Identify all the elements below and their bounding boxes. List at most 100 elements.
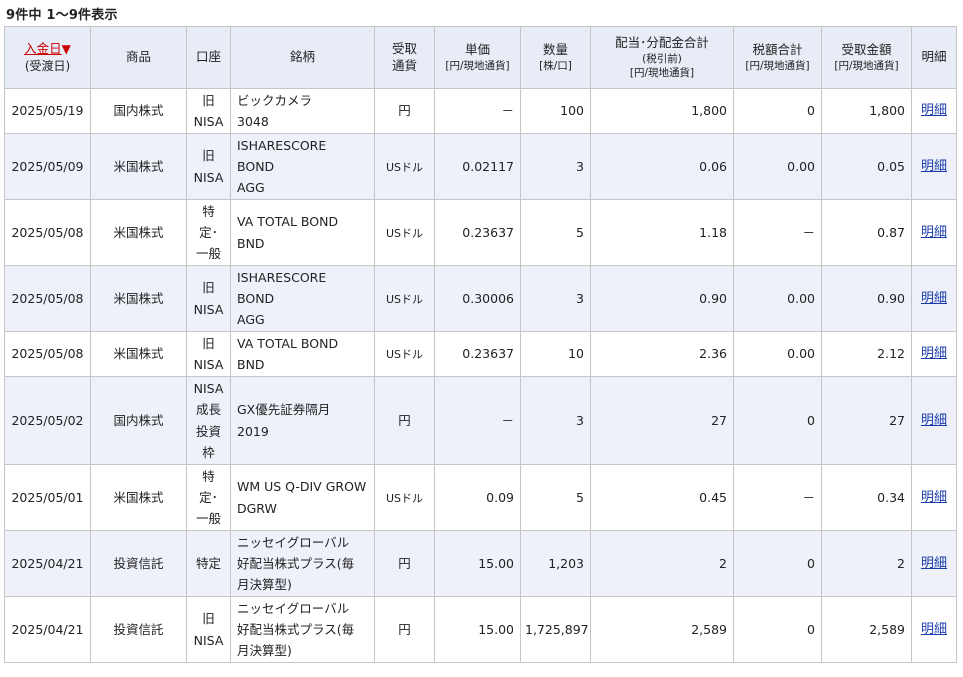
currency-label: 円 [398, 103, 411, 119]
cell-account: 旧 NISA [186, 133, 231, 200]
account-line: NISA [193, 169, 224, 185]
security-line: 好配当株式プラス(毎 [237, 555, 355, 571]
header-account: 口座 [186, 26, 231, 89]
security-line: ニッセイグローバル [237, 534, 350, 550]
cell-account: NISA 成長 投資枠 [186, 376, 231, 465]
cell-dividend: 0.06 [590, 133, 734, 200]
cell-unit-price: 0.02117 [434, 133, 521, 200]
cell-security: ISHARESCORE BOND AGG [230, 133, 375, 200]
account-line: 投資 [195, 423, 221, 439]
cell-date: 2025/05/09 [4, 133, 91, 200]
security-line: AGG [237, 312, 265, 328]
account-line: NISA [193, 381, 224, 396]
detail-link[interactable]: 明細 [921, 346, 947, 361]
security-line: GX優先証券隔月 [237, 402, 331, 418]
account-line: 特定 [195, 555, 221, 571]
cell-received: 0.34 [821, 464, 912, 531]
cell-account: 特定 [186, 530, 231, 597]
security-line: BOND [237, 158, 275, 174]
detail-link[interactable]: 明細 [921, 622, 947, 637]
account-line: 旧 [202, 611, 215, 627]
cell-quantity: 1,203 [520, 530, 591, 597]
account-line: 旧 [202, 92, 215, 108]
cell-product: 米国株式 [90, 265, 187, 332]
table-row: 2025/05/08 米国株式旧 NISA ISHARESCORE BOND AGG USド… [4, 265, 957, 332]
cell-detail: 明細 [911, 530, 957, 597]
cell-tax: 0.00 [733, 265, 822, 332]
account-line: 旧 [202, 148, 215, 164]
table-row: 2025/05/19 国内株式旧 NISA ビックカメラ 3048 円－ 100 1,800 0… [4, 88, 957, 134]
cell-dividend: 2,589 [590, 596, 734, 663]
cell-dividend: 2 [590, 530, 734, 597]
account-line: NISA [193, 301, 224, 317]
account-line: NISA [193, 357, 224, 372]
cell-dividend: 1.18 [590, 199, 734, 266]
cell-date: 2025/05/19 [4, 88, 91, 134]
currency-label: 円 [398, 621, 411, 637]
cell-dividend: 1,800 [590, 88, 734, 134]
security-line: DGRW [237, 500, 277, 516]
cell-tax: － [733, 464, 822, 531]
cell-quantity: 100 [520, 88, 591, 134]
cell-product: 国内株式 [90, 88, 187, 134]
cell-date: 2025/04/21 [4, 530, 91, 597]
detail-link[interactable]: 明細 [921, 103, 947, 118]
currency-label: USドル [385, 348, 424, 362]
account-line: 旧 [202, 280, 215, 296]
detail-link[interactable]: 明細 [921, 225, 947, 240]
security-line: 2019 [237, 423, 269, 439]
cell-currency: USドル [374, 464, 435, 531]
header-quantity: 数量 [株/口] [520, 26, 591, 89]
table-row: 2025/05/09 米国株式旧 NISA ISHARESCORE BOND AGG USド… [4, 133, 957, 200]
security-line: WM US Q-DIV GROW [237, 479, 367, 495]
detail-link[interactable]: 明細 [921, 159, 947, 174]
cell-detail: 明細 [911, 464, 957, 531]
security-line: BND [237, 235, 265, 251]
cell-currency: 円 [374, 376, 435, 465]
security-line: VA TOTAL BOND [237, 335, 339, 351]
header-date[interactable]: 入金日▼ (受渡日) [4, 26, 91, 89]
table-row: 2025/05/08 米国株式旧 NISA VA TOTAL BOND BND USドル 0… [4, 331, 957, 377]
cell-unit-price: 15.00 [434, 530, 521, 597]
cell-security: ニッセイグローバル 好配当株式プラス(毎 月決算型) [230, 596, 375, 663]
detail-link[interactable]: 明細 [921, 413, 947, 428]
account-line: 特 [202, 203, 215, 219]
cell-detail: 明細 [911, 88, 957, 134]
security-line: ニッセイグローバル [237, 600, 350, 616]
header-row: 入金日▼ (受渡日) 商品 口座 銘柄 受取 通貨 単価 [円/現地通貨] 数量 [株… [4, 26, 957, 89]
security-line: ビックカメラ [237, 92, 313, 108]
cell-tax: － [733, 199, 822, 266]
cell-quantity: 1,725,897 [520, 596, 591, 663]
detail-link[interactable]: 明細 [921, 291, 947, 306]
cell-currency: USドル [374, 331, 435, 377]
cell-security: VA TOTAL BOND BND [230, 331, 375, 377]
account-line: NISA [193, 632, 224, 648]
sort-desc-icon[interactable]: ▼ [62, 42, 71, 56]
cell-received: 2,589 [821, 596, 912, 663]
detail-link[interactable]: 明細 [921, 556, 947, 571]
cell-date: 2025/05/08 [4, 331, 91, 377]
cell-detail: 明細 [911, 376, 957, 465]
cell-unit-price: 0.23637 [434, 199, 521, 266]
cell-currency: USドル [374, 265, 435, 332]
detail-link[interactable]: 明細 [921, 490, 947, 505]
cell-product: 米国株式 [90, 133, 187, 200]
cell-date: 2025/05/01 [4, 464, 91, 531]
currency-label: USドル [385, 226, 424, 240]
cell-detail: 明細 [911, 596, 957, 663]
cell-received: 1,800 [821, 88, 912, 134]
header-dividend: 配当･分配金合計 (税引前) [円/現地通貨] [590, 26, 734, 89]
cell-account: 旧 NISA [186, 596, 231, 663]
cell-quantity: 5 [520, 464, 591, 531]
security-line: VA TOTAL BOND [237, 214, 339, 230]
cell-dividend: 0.45 [590, 464, 734, 531]
security-line: 月決算型) [237, 643, 292, 659]
security-line: AGG [237, 180, 265, 196]
cell-received: 2.12 [821, 331, 912, 377]
sort-date-link[interactable]: 入金日 [24, 41, 62, 56]
account-line: 旧 [202, 335, 215, 351]
header-tax: 税額合計 [円/現地通貨] [733, 26, 822, 89]
cell-unit-price: 0.23637 [434, 331, 521, 377]
cell-currency: 円 [374, 530, 435, 597]
cell-security: ビックカメラ 3048 [230, 88, 375, 134]
